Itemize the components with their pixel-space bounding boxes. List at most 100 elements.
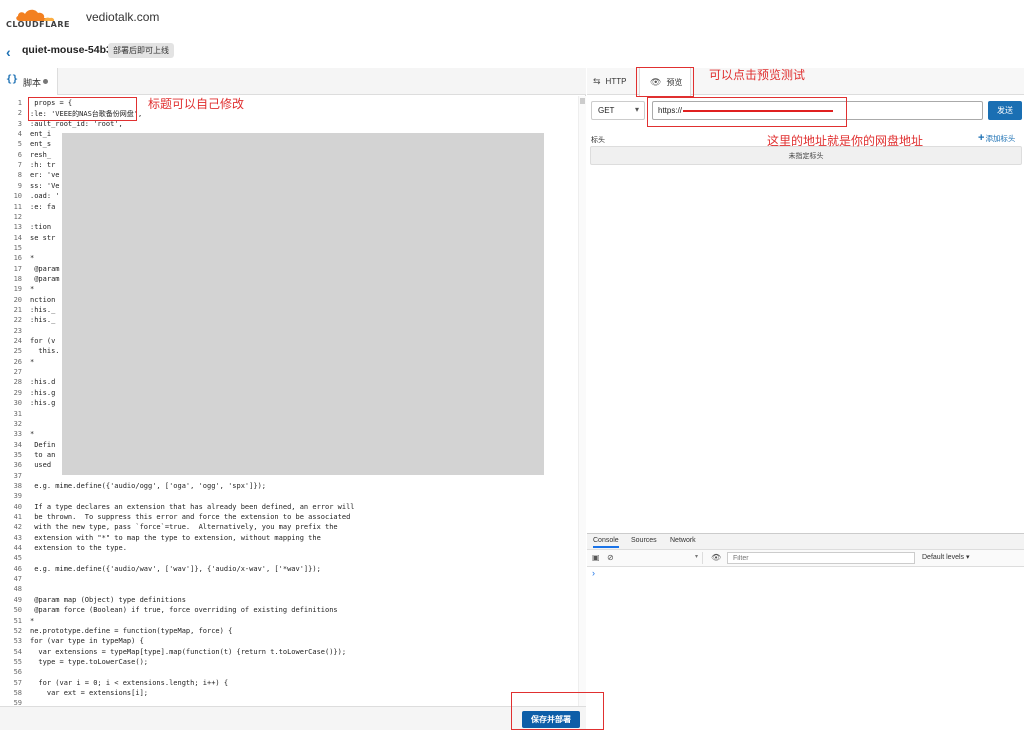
code-line: used <box>30 461 52 470</box>
line-number: 58 <box>13 688 22 697</box>
code-line: to an <box>30 450 56 459</box>
annotation-box-title <box>28 97 137 121</box>
line-number: 50 <box>13 606 22 615</box>
line-number: 34 <box>13 440 22 449</box>
devtools-panel: Console Sources Network ▣ ⊘ ▾ 👁 Default … <box>587 533 1024 730</box>
tab-script-label: 脚本 <box>23 78 42 88</box>
console-filter-input[interactable] <box>727 552 915 564</box>
editor-tab-bar: {} 脚本 <box>0 68 586 95</box>
tab-console[interactable]: Console <box>593 537 619 548</box>
line-number: 35 <box>13 450 22 459</box>
line-number: 46 <box>13 564 22 573</box>
sidebar-toggle-icon[interactable]: ▣ <box>592 553 600 562</box>
tab-network[interactable]: Network <box>670 537 696 544</box>
line-number: 27 <box>13 368 22 377</box>
scrollbar-thumb[interactable] <box>580 98 585 104</box>
code-line: ne.prototype.define = function(typeMap, … <box>30 626 233 635</box>
caret-down-icon: ▾ <box>695 554 699 560</box>
redaction-overlay <box>62 133 544 475</box>
code-line: extension with "*" to map the type to ex… <box>30 533 321 542</box>
console-prompt[interactable]: › <box>592 568 595 578</box>
caret-down-icon: ▾ <box>634 105 639 114</box>
line-number: 57 <box>13 678 22 687</box>
code-line: :his.g <box>30 399 56 408</box>
code-line: :tion <box>30 223 52 232</box>
line-number: 12 <box>13 212 22 221</box>
line-number: 28 <box>13 378 22 387</box>
line-number: 30 <box>13 399 22 408</box>
line-number: 59 <box>13 699 22 706</box>
code-line: ent_s <box>30 140 52 149</box>
line-number: 45 <box>13 554 22 563</box>
line-number: 48 <box>13 585 22 594</box>
clear-console-icon[interactable]: ⊘ <box>607 553 614 562</box>
domain-name[interactable]: vediotalk.com <box>86 10 159 24</box>
eye-icon[interactable]: 👁 <box>711 553 721 562</box>
annotation-box-url <box>647 97 847 127</box>
send-button[interactable]: 发送 <box>988 101 1022 120</box>
annotation-preview-note: 可以点击预览测试 <box>709 68 806 82</box>
line-number: 56 <box>13 668 22 677</box>
code-line: * <box>30 357 35 366</box>
headers-label: 标头 <box>591 137 605 144</box>
swap-arrows-icon: ⇆ <box>593 76 601 86</box>
line-number: 47 <box>13 575 22 584</box>
line-number: 14 <box>13 233 22 242</box>
cloudflare-logo[interactable]: CLOUDFLARE <box>6 6 70 30</box>
top-bar: CLOUDFLARE vediotalk.com <box>0 0 1024 36</box>
line-number: 36 <box>13 461 22 470</box>
code-line: :h: tr <box>30 161 56 170</box>
code-line: var extensions = typeMap[type].map(funct… <box>30 647 347 656</box>
annotation-box-deploy <box>511 692 604 730</box>
tab-http[interactable]: ⇆ HTTP <box>593 68 639 95</box>
line-number: 39 <box>13 492 22 501</box>
code-line: :his.d <box>30 378 56 387</box>
line-number: 55 <box>13 657 22 666</box>
add-header-button[interactable]: + 添加标头 <box>978 132 1015 144</box>
line-number: 20 <box>13 295 22 304</box>
code-line: extension to the type. <box>30 544 127 553</box>
status-badge: 部署后即可上线 <box>108 43 174 58</box>
line-number: 41 <box>13 513 22 521</box>
code-line: .oad: ' <box>30 192 60 201</box>
line-number: 29 <box>13 388 22 397</box>
code-line: :his.g <box>30 388 56 397</box>
annotation-box-preview <box>636 67 694 97</box>
tab-sources[interactable]: Sources <box>631 537 657 544</box>
line-number: 49 <box>13 595 22 604</box>
devtools-tabs: Console Sources Network <box>587 534 1024 550</box>
line-number: 52 <box>13 626 22 635</box>
code-line: type = type.toLowerCase(); <box>30 657 149 666</box>
code-line: with the new type, pass `force`=true. Al… <box>30 523 338 532</box>
line-number: 3 <box>17 119 22 128</box>
code-line: ss: 'Ve <box>30 181 60 190</box>
line-number: 13 <box>13 223 22 232</box>
context-select[interactable] <box>623 552 703 564</box>
code-line: resh_ <box>30 150 52 159</box>
line-number: 37 <box>13 471 22 480</box>
add-header-label: 添加标头 <box>985 133 1016 143</box>
code-line: If a type declares an extension that has… <box>30 502 355 511</box>
line-number: 31 <box>13 409 22 418</box>
tab-script[interactable]: {} 脚本 <box>0 68 58 95</box>
editor-scrollbar[interactable] <box>578 96 586 706</box>
line-number: 8 <box>17 171 22 180</box>
chevron-left-icon[interactable]: ‹ <box>6 44 11 60</box>
log-levels-select[interactable]: Default levels ▾ <box>922 553 969 561</box>
line-number: 23 <box>13 326 22 335</box>
line-number: 43 <box>13 533 22 542</box>
line-number: 9 <box>17 181 22 190</box>
editor-footer <box>0 706 586 730</box>
unsaved-dot-icon <box>43 79 48 84</box>
code-line: for (v <box>30 337 56 346</box>
method-select[interactable]: GET ▾ <box>591 101 645 120</box>
code-line: * <box>30 616 35 625</box>
line-number: 44 <box>13 544 22 553</box>
method-value: GET <box>598 106 615 115</box>
line-number: 18 <box>13 274 22 283</box>
code-line: var ext = extensions[i]; <box>30 688 149 697</box>
line-number: 22 <box>13 316 22 325</box>
line-number: 11 <box>13 202 22 211</box>
line-number: 5 <box>17 140 22 149</box>
line-number: 26 <box>13 357 22 366</box>
